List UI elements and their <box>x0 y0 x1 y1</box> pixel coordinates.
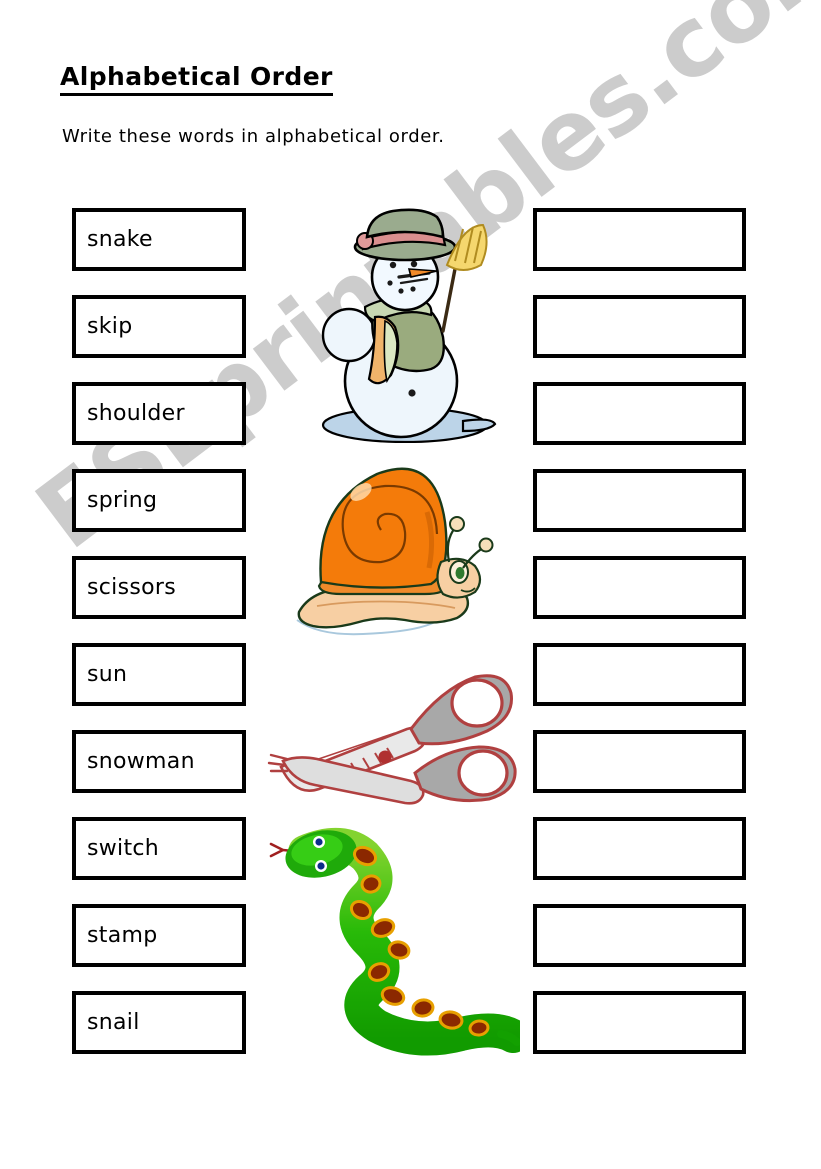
answer-box[interactable] <box>533 469 746 532</box>
word-box: sun <box>72 643 246 706</box>
answer-box[interactable] <box>533 730 746 793</box>
word-label: snake <box>87 226 153 252</box>
answer-box[interactable] <box>533 556 746 619</box>
word-box: switch <box>72 817 246 880</box>
worksheet-page: ESLprintables.com Alphabetical Order Wri… <box>0 0 821 1169</box>
word-label: shoulder <box>87 400 185 426</box>
answer-box[interactable] <box>533 904 746 967</box>
scissors-illustration <box>265 655 520 820</box>
word-box: shoulder <box>72 382 246 445</box>
word-label: switch <box>87 835 160 861</box>
snail-illustration <box>285 450 500 645</box>
word-box: spring <box>72 469 246 532</box>
snowman-illustration <box>313 203 498 444</box>
answer-box[interactable] <box>533 382 746 445</box>
answer-box[interactable] <box>533 643 746 706</box>
snake-illustration <box>265 822 530 1067</box>
answer-box[interactable] <box>533 991 746 1054</box>
word-label: stamp <box>87 922 158 948</box>
answer-column <box>533 208 746 1078</box>
word-label: snowman <box>87 748 195 774</box>
word-label: snail <box>87 1009 140 1035</box>
word-label: scissors <box>87 574 176 600</box>
instruction-text: Write these words in alphabetical order. <box>62 126 445 147</box>
page-title: Alphabetical Order <box>60 62 333 96</box>
word-list-column: snake skip shoulder spring scissors sun … <box>72 208 246 1078</box>
word-box: scissors <box>72 556 246 619</box>
word-label: skip <box>87 313 133 339</box>
word-box: snake <box>72 208 246 271</box>
word-box: snail <box>72 991 246 1054</box>
answer-box[interactable] <box>533 295 746 358</box>
word-box: snowman <box>72 730 246 793</box>
word-label: sun <box>87 661 128 687</box>
answer-box[interactable] <box>533 208 746 271</box>
answer-box[interactable] <box>533 817 746 880</box>
word-box: stamp <box>72 904 246 967</box>
word-label: spring <box>87 487 158 513</box>
word-box: skip <box>72 295 246 358</box>
